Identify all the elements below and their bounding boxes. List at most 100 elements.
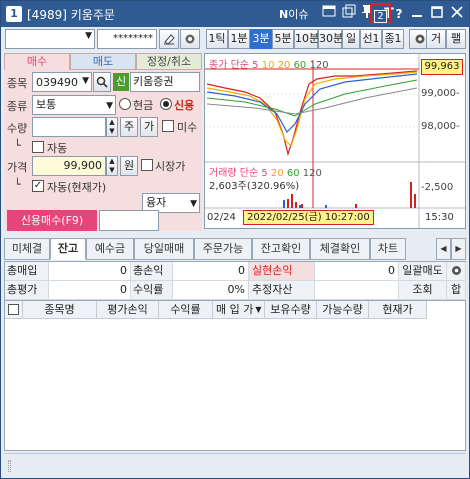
total-pl-value: 0 (173, 262, 249, 281)
tab-bottom-2[interactable]: 예수금 (86, 238, 134, 260)
pae-button[interactable]: 팰 (446, 29, 466, 49)
price-ma-label: 종가 단순 5 (209, 60, 259, 71)
volume-y-tick: -2,500 (421, 182, 454, 193)
column-header-1[interactable]: 평가손익 (97, 301, 159, 319)
return-rate-value: 0% (173, 281, 249, 300)
auto-price-label: 자동(현재가) (47, 181, 107, 194)
market-price-checkbox[interactable] (141, 159, 153, 171)
column-header-4[interactable]: 보유수량 (265, 301, 317, 319)
return-rate-label: 수익률 (131, 281, 173, 300)
bulk-sell-button[interactable]: 일괄매도 (399, 262, 447, 281)
gear-icon[interactable] (180, 29, 200, 49)
password-field[interactable]: ******** (97, 29, 157, 49)
order-panel: 매수 매도 정정/취소 종목 039490 ▼ 신 키움증권 종류 보통 ▼ 현금 … (4, 53, 202, 231)
window-link-icon[interactable] (319, 4, 339, 24)
misu-label: 미수 (177, 121, 198, 134)
stock-code-value: 039490 (36, 76, 78, 89)
column-header-0[interactable]: 종목명 (23, 301, 97, 319)
auto-price-checkbox[interactable]: ✓ (32, 180, 44, 192)
market-price-label: 시장가 (155, 160, 186, 173)
tab-bottom-7[interactable]: 차트 (370, 238, 406, 260)
mini-chart[interactable]: 종가 단순 5 10 20 60 120 99,963 99,000- 98,0… (204, 53, 466, 229)
volume-value: 2,603주(320.96%) (209, 181, 300, 192)
timeframe-1[interactable]: 1분 (228, 29, 250, 49)
total-eval-label: 총평가 (5, 281, 49, 300)
y-tick-98000: 98,000- (421, 121, 460, 132)
timeframe-8[interactable]: 종1 (382, 29, 404, 49)
ma10-label: 10 (261, 60, 275, 71)
tab-sell[interactable]: 매도 (70, 53, 136, 70)
credit-radio[interactable] (160, 98, 172, 110)
sum-button[interactable]: 합 (447, 281, 466, 300)
price-stepper[interactable]: ▲ ▼ (106, 156, 118, 176)
select-all-checkbox[interactable] (5, 301, 23, 319)
chevron-down-icon: ▼ (106, 101, 113, 111)
tab-bottom-5[interactable]: 잔고확인 (252, 238, 310, 260)
misu-checkbox[interactable] (162, 120, 174, 132)
window-copy-icon[interactable] (339, 4, 359, 24)
tab-scroll-right[interactable]: ▶ (451, 238, 466, 260)
ma20-label: 20 (277, 60, 291, 71)
tab-bottom-6[interactable]: 체결확인 (310, 238, 370, 260)
crosshair-date: 2022/02/25(금) 10:27:00 (243, 210, 374, 225)
quantity-stepper[interactable]: ▲ ▼ (106, 117, 118, 137)
realized-pl-value: 0 (315, 262, 399, 281)
stock-code-input[interactable]: 039490 ▼ (32, 72, 92, 92)
tab-bottom-4[interactable]: 주문가능 (194, 238, 252, 260)
auto-qty-checkbox[interactable] (32, 141, 44, 153)
chevron-down-icon: ▼ (190, 199, 197, 209)
price-input[interactable]: 99,900 (32, 156, 106, 176)
credit-buy-submit-button[interactable]: 신용매수(F9) (7, 210, 97, 231)
chart-canvas (205, 54, 465, 228)
column-sort-icon[interactable]: ▼ (253, 301, 265, 319)
bottom-tab-bar: 미체결 잔고 예수금 당일매매 주문가능 잔고확인 체결확인 차트 ◀ ▶ (4, 238, 466, 260)
tab-bottom-0[interactable]: 미체결 (4, 238, 50, 260)
total-pl-label: 총손익 (131, 262, 173, 281)
tab-bottom-3[interactable]: 당일매매 (134, 238, 194, 260)
extra-input[interactable] (99, 210, 159, 231)
account-select[interactable]: ▼ (5, 29, 95, 49)
ma120-label: 120 (309, 60, 329, 71)
timeframe-2[interactable]: 3분 (250, 29, 272, 49)
inquiry-button[interactable]: 조회 (399, 281, 447, 300)
order-kind-select[interactable]: 보통 ▼ (32, 95, 116, 115)
cash-radio[interactable] (119, 98, 131, 110)
tab-scroll-left[interactable]: ◀ (436, 238, 451, 260)
column-header-5[interactable]: 가능수량 (317, 301, 369, 319)
tab-buy[interactable]: 매수 (4, 53, 70, 70)
timeframe-6[interactable]: 일 (342, 29, 360, 49)
order-kind-value: 보통 (36, 98, 57, 111)
ga-button[interactable]: 가 (140, 117, 158, 137)
vol-ma120-label: 120 (302, 168, 322, 179)
close-icon[interactable] (447, 4, 467, 24)
maximize-icon[interactable] (427, 4, 447, 24)
tree-connector-2: └ (14, 178, 21, 191)
timeframe-0[interactable]: 1틱 (206, 29, 228, 49)
column-header-2[interactable]: 수익률 (159, 301, 213, 319)
tab-modify-cancel[interactable]: 정정/취소 (136, 53, 202, 70)
summary-gear-icon[interactable] (447, 262, 466, 281)
credit-badge: 신 (113, 73, 129, 91)
help-icon[interactable]: ? (389, 4, 409, 24)
minimize-icon[interactable] (407, 4, 427, 24)
issue-indicator[interactable]: N이슈 (279, 6, 308, 22)
timeframe-4[interactable]: 10분 (294, 29, 319, 49)
geo-button[interactable]: 거 (426, 29, 446, 49)
chevron-down-icon: ▼ (85, 31, 92, 41)
search-icon[interactable] (93, 72, 111, 92)
timeframe-3[interactable]: 5분 (272, 29, 294, 49)
column-header-6[interactable]: 현재가 (369, 301, 427, 319)
loan-type-value: 융자 (146, 196, 167, 209)
resize-grip[interactable] (8, 460, 11, 472)
tab-bottom-1[interactable]: 잔고 (50, 238, 86, 260)
status-bar (4, 453, 466, 477)
eraser-icon[interactable] (159, 29, 179, 49)
timeframe-7[interactable]: 선1 (360, 29, 382, 49)
main-unit-button[interactable]: 주 (120, 117, 138, 137)
tree-connector: └ (14, 139, 21, 152)
won-button[interactable]: 원 (120, 156, 138, 176)
total-buy-value: 0 (49, 262, 131, 281)
timeframe-5[interactable]: 30분 (318, 29, 343, 49)
help-number-button[interactable]: 2 (370, 3, 391, 24)
quantity-input[interactable] (32, 117, 106, 137)
